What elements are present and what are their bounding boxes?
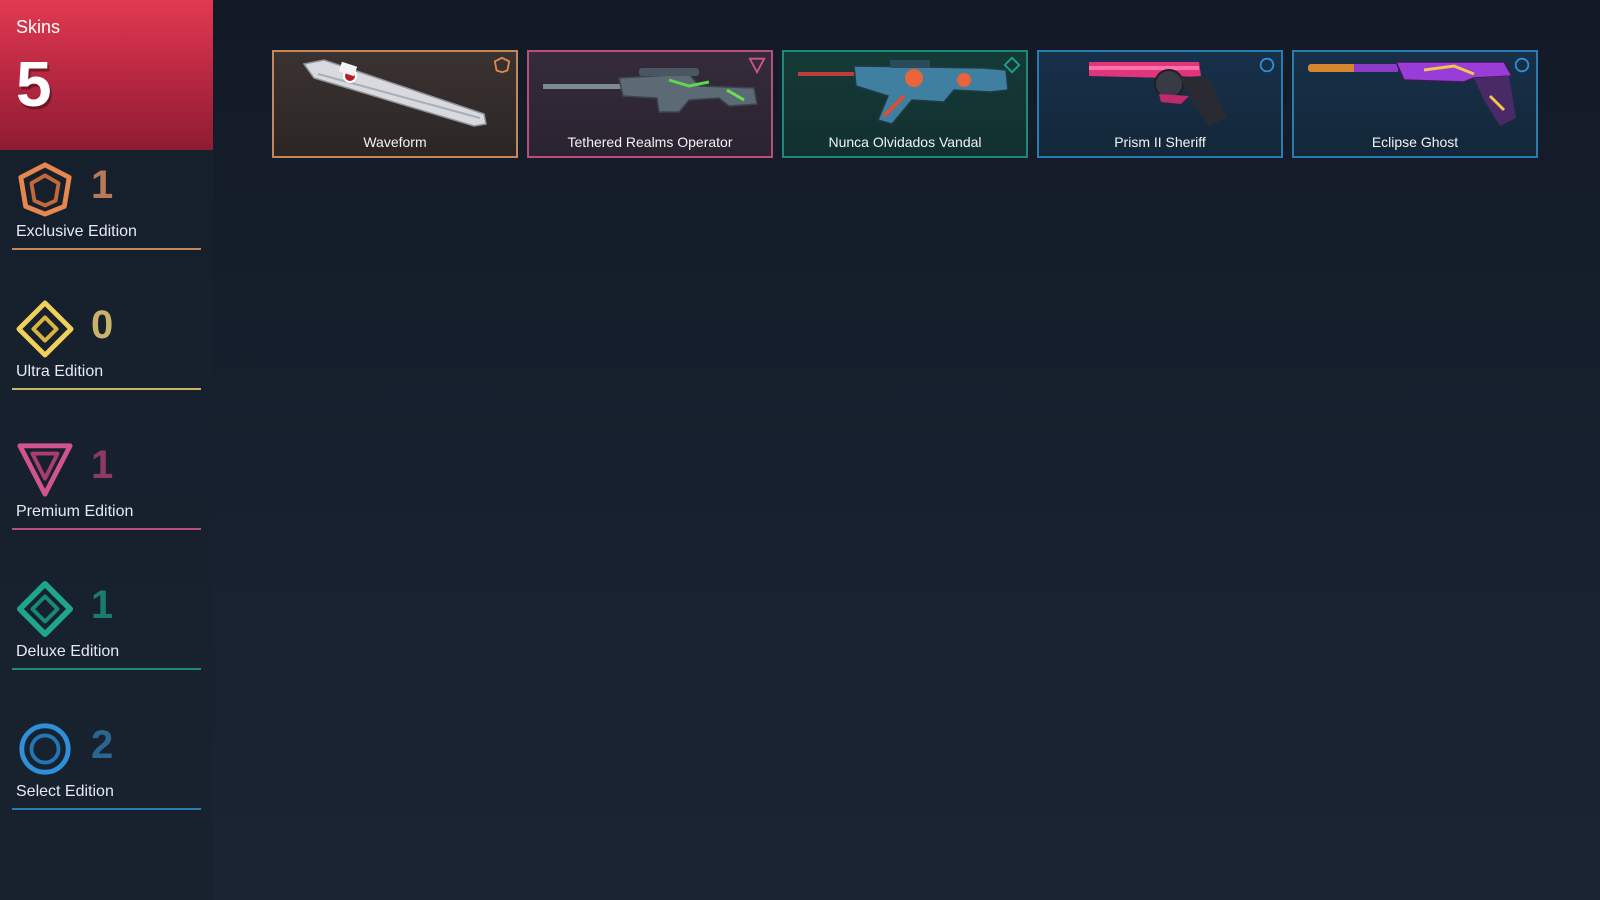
ultra-edition-icon [16, 300, 74, 358]
tier-exclusive-count: 1 [91, 163, 114, 207]
tier-deluxe-edition[interactable]: 1 Deluxe Edition [12, 580, 201, 670]
tier-premium-count: 1 [91, 443, 114, 487]
tier-ultra-label: Ultra Edition [16, 363, 104, 380]
total-skins-card: Skins 5 [0, 0, 213, 150]
skin-name: Nunca Olvidados Vandal [828, 134, 982, 150]
operator-rifle-image [539, 56, 761, 132]
skin-card-waveform[interactable]: Waveform [272, 50, 518, 158]
premium-edition-badge-icon [748, 56, 766, 75]
skin-card-prism-ii-sheriff[interactable]: Prism II Sheriff [1037, 50, 1283, 158]
tier-exclusive-label: Exclusive Edition [16, 223, 137, 240]
exclusive-edition-badge-icon [493, 56, 511, 74]
select-edition-badge-icon [1258, 56, 1276, 74]
skin-name: Tethered Realms Operator [567, 134, 733, 150]
premium-edition-icon [16, 440, 74, 498]
total-skins-count: 5 [16, 48, 52, 120]
skin-name: Waveform [363, 134, 427, 150]
sheriff-pistol-image [1049, 56, 1271, 132]
sidebar: Skins 5 1 Exclusive Edition 0 Ultra Edit… [0, 0, 213, 900]
skin-card-nunca-olvidados-vandal[interactable]: Nunca Olvidados Vandal [782, 50, 1028, 158]
select-edition-badge-icon [1513, 56, 1531, 74]
tier-ultra-edition[interactable]: 0 Ultra Edition [12, 300, 201, 390]
vandal-rifle-image [794, 56, 1016, 132]
skin-card-tethered-realms-operator[interactable]: Tethered Realms Operator [527, 50, 773, 158]
tier-deluxe-count: 1 [91, 583, 114, 627]
tier-premium-edition[interactable]: 1 Premium Edition [12, 440, 201, 530]
tier-select-label: Select Edition [16, 783, 114, 800]
app: Skins 5 1 Exclusive Edition 0 Ultra Edit… [0, 0, 1600, 900]
total-skins-label: Skins [16, 17, 61, 37]
tier-ultra-count: 0 [91, 303, 114, 347]
deluxe-edition-badge-icon [1003, 56, 1021, 74]
skin-name: Prism II Sheriff [1114, 134, 1206, 150]
skin-grid: Waveform Tethered Realms Operator Nunca … [272, 50, 1538, 158]
ghost-pistol-image [1304, 56, 1526, 132]
tier-premium-label: Premium Edition [16, 503, 134, 520]
deluxe-edition-icon [16, 580, 74, 638]
skin-name: Eclipse Ghost [1371, 134, 1459, 150]
skin-card-eclipse-ghost[interactable]: Eclipse Ghost [1292, 50, 1538, 158]
waveform-knife-image [284, 56, 506, 132]
tier-deluxe-label: Deluxe Edition [16, 643, 120, 660]
tier-select-count: 2 [91, 723, 114, 767]
tier-exclusive-edition[interactable]: 1 Exclusive Edition [12, 160, 201, 250]
select-edition-icon [16, 720, 74, 778]
tier-select-edition[interactable]: 2 Select Edition [12, 720, 201, 810]
exclusive-edition-icon [16, 160, 74, 218]
